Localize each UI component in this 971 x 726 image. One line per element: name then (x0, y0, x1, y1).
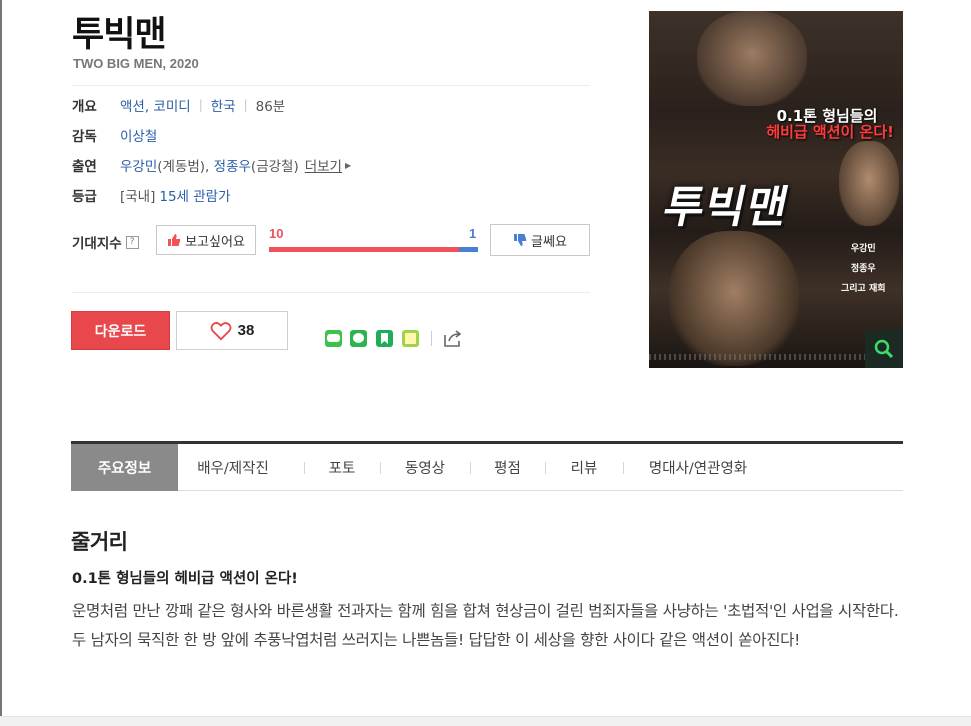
info-row-rating: 등급 [국내] 15세 관람가 (72, 185, 231, 205)
kakao-icon[interactable] (350, 330, 367, 347)
synopsis-title: 줄거리 (71, 530, 128, 554)
info-row-overview: 개요 액션, 코미디 | 한국 | 86분 (72, 95, 285, 115)
info-row-director: 감독 이상철 (72, 125, 157, 145)
no-count: 1 (469, 226, 477, 241)
help-icon[interactable]: ? (125, 235, 139, 249)
expectation-label-text: 기대지수 (72, 236, 122, 252)
tab-video[interactable]: 동영상 (380, 444, 470, 491)
note-icon[interactable] (402, 330, 419, 347)
bookmark-icon-glyph (381, 333, 388, 344)
divider (72, 85, 590, 86)
share-icon[interactable] (443, 329, 463, 348)
not-sure-label: 글쎄요 (531, 234, 567, 250)
tab-rating[interactable]: 평점 (470, 444, 545, 491)
divider (72, 292, 590, 293)
cast-label: 출연 (72, 159, 97, 175)
kakao-icon-bubble (353, 333, 364, 343)
not-sure-button[interactable]: 글쎄요 (490, 224, 590, 256)
want-count: 10 (269, 226, 284, 241)
director-label: 감독 (72, 129, 97, 145)
poster-zoom-button[interactable] (865, 330, 903, 368)
like-button[interactable]: 38 (176, 311, 288, 350)
expectation-gauge-want (269, 247, 460, 252)
actor-link[interactable]: 정종우 (214, 155, 251, 175)
synopsis-headline: 0.1톤 형님들의 헤비급 액션이 온다! (72, 571, 298, 587)
director-link[interactable]: 이상철 (120, 125, 157, 145)
country-link[interactable]: 한국 (211, 95, 236, 115)
genre-link[interactable]: 액션, 코미디 (120, 95, 191, 115)
rating-grade-link[interactable]: 15세 관람가 (159, 185, 230, 205)
movie-title: 투빅맨 (72, 15, 167, 55)
movie-poster[interactable]: 0.1톤 형님들의 헤비급 액션이 온다! 투빅맨 우강민 정종우 그리고 재희 (649, 11, 903, 368)
divider (431, 331, 432, 346)
tab-photo[interactable]: 포토 (304, 444, 380, 491)
bookmark-icon[interactable] (376, 330, 393, 347)
line-icon-bubble (327, 334, 340, 342)
line-icon[interactable] (325, 330, 342, 347)
expectation-gauge (269, 247, 478, 252)
thumbs-up-icon (168, 234, 181, 246)
tab-review[interactable]: 리뷰 (545, 444, 623, 491)
overview-label: 개요 (72, 99, 97, 115)
note-icon-sheet (405, 333, 416, 344)
poster-credits: 우강민 정종우 그리고 재희 (841, 239, 886, 299)
poster-credit: 그리고 재희 (841, 284, 886, 294)
search-icon (874, 339, 894, 359)
rating-label: 등급 (72, 189, 97, 205)
like-count: 38 (237, 322, 255, 339)
cast-more-link[interactable]: 더보기 (305, 155, 342, 175)
download-button[interactable]: 다운로드 (71, 311, 170, 350)
separator: | (198, 98, 203, 112)
poster-face (697, 11, 807, 106)
expectation-label: 기대지수 ? (72, 232, 139, 252)
actor-link[interactable]: 우강민 (120, 155, 157, 175)
separator: | (243, 98, 248, 112)
poster-face (839, 141, 899, 226)
chevron-right-icon: ▶ (344, 160, 352, 170)
poster-tagline: 헤비급 액션이 온다! (766, 123, 894, 141)
info-row-cast: 출연 우강민 (계동범), 정종우 (금강철) 더보기 ▶ (72, 155, 351, 175)
poster-face (669, 231, 799, 366)
poster-title-art: 투빅맨 (658, 182, 794, 233)
tab-quotes-related[interactable]: 명대사/연관영화 (623, 444, 773, 491)
synopsis-body: 운명처럼 만난 깡패 같은 형사와 바른생활 전과자는 함께 힘을 합쳐 현상금… (72, 602, 899, 649)
movie-subtitle: TWO BIG MEN, 2020 (73, 56, 199, 71)
window-left-border (0, 0, 2, 725)
want-to-see-label: 보고싶어요 (185, 234, 245, 250)
tab-bar: 주요정보 배우/제작진 포토 동영상 평점 리뷰 명대사/연관영화 (71, 441, 903, 491)
poster-credit: 정종우 (850, 264, 876, 274)
want-to-see-button[interactable]: 보고싶어요 (156, 225, 256, 255)
poster-credit: 우강민 (850, 244, 876, 254)
actor-role: (금강철) (250, 159, 299, 175)
rating-region: [국내] (120, 189, 156, 205)
actor-role: (계동범), (157, 159, 214, 175)
runtime: 86분 (255, 99, 286, 115)
tab-main-info[interactable]: 주요정보 (71, 444, 178, 491)
heart-icon (210, 321, 232, 340)
thumbs-down-icon (514, 234, 527, 246)
tab-cast-crew[interactable]: 배우/제작진 (178, 444, 288, 491)
